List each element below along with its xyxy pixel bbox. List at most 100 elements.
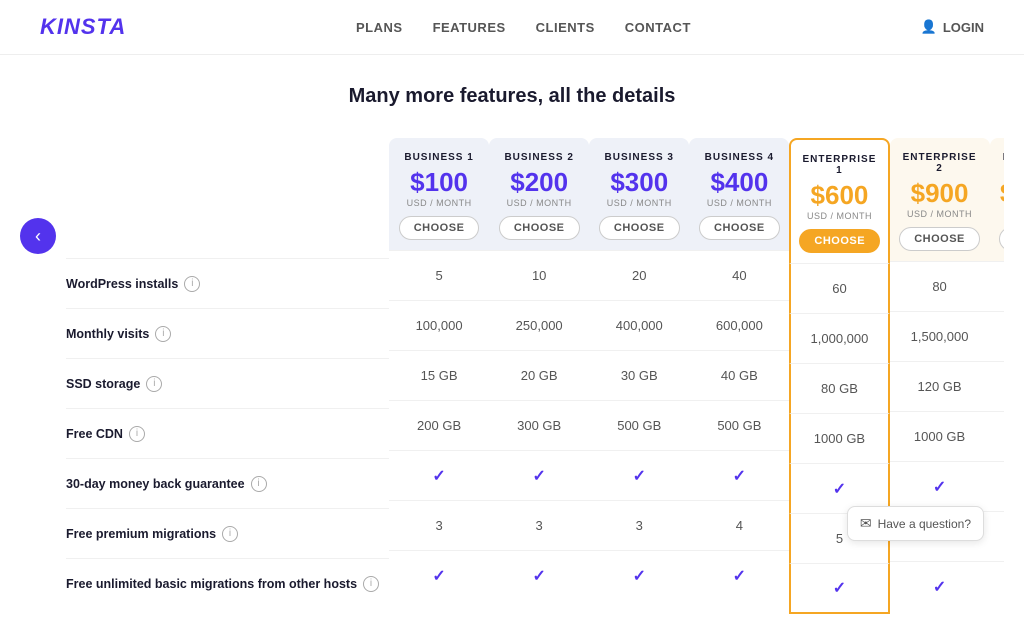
plan-cell-enterprise3-0: 120 — [990, 261, 1004, 311]
plan-price-enterprise3: $1,200 — [998, 178, 1004, 209]
choose-button-enterprise2[interactable]: CHOOSE — [899, 227, 980, 251]
plan-header-enterprise1: ENTERPRISE 1 $600USD / MONTH CHOOSE — [789, 138, 889, 263]
feature-row-2: SSD storage i — [66, 358, 389, 408]
plan-period-enterprise3: USD / MONTH — [998, 209, 1004, 219]
info-icon-1[interactable]: i — [155, 326, 171, 342]
plan-cell-business1-3: 200 GB — [389, 400, 489, 450]
plan-cell-enterprise1-2: 80 GB — [789, 363, 889, 413]
choose-button-business1[interactable]: CHOOSE — [399, 216, 480, 240]
plan-cell-enterprise3-4: ✓ — [990, 461, 1004, 511]
header-spacer — [66, 138, 389, 258]
plan-cell-business1-0: 5 — [389, 250, 489, 300]
plan-cell-business2-1: 250,000 — [489, 300, 589, 350]
plan-header-business2: BUSINESS 2$200USD / MONTHCHOOSE — [489, 138, 589, 250]
nav-link-clients[interactable]: CLIENTS — [536, 20, 595, 35]
plan-name-business4: BUSINESS 4 — [697, 152, 781, 163]
chat-bubble[interactable]: ✉ Have a question? — [847, 506, 984, 541]
plan-name-enterprise3: ENTERPRISE 3 — [998, 152, 1004, 174]
plan-header-business1: BUSINESS 1$100USD / MONTHCHOOSE — [389, 138, 489, 250]
plan-cell-business3-1: 400,000 — [589, 300, 689, 350]
checkmark-enterprise2-4: ✓ — [933, 477, 946, 497]
plan-cell-business1-1: 100,000 — [389, 300, 489, 350]
choose-button-business4[interactable]: CHOOSE — [699, 216, 780, 240]
checkmark-business2-6: ✓ — [532, 566, 545, 586]
info-icon-6[interactable]: i — [363, 576, 379, 592]
feature-label-5: Free premium migrations — [66, 527, 216, 541]
plan-cell-enterprise3-3: 1000 GB — [990, 411, 1004, 461]
plan-period-business4: USD / MONTH — [697, 198, 781, 208]
choose-button-enterprise3[interactable]: CHOOSE — [999, 227, 1004, 251]
plan-cell-business4-5: 4 — [689, 500, 789, 550]
feature-row-6: Free unlimited basic migrations from oth… — [66, 558, 389, 608]
plan-cell-business2-3: 300 GB — [489, 400, 589, 450]
info-icon-4[interactable]: i — [251, 476, 267, 492]
nav-link-contact[interactable]: CONTACT — [625, 20, 691, 35]
plan-price-business2: $200 — [497, 167, 581, 198]
plan-header-enterprise3: ENTERPRISE 3 $1,200USD / MONTH CHOOSE — [990, 138, 1004, 261]
plan-col-business1: BUSINESS 1$100USD / MONTHCHOOSE5100,0001… — [389, 138, 489, 614]
feature-label-3: Free CDN — [66, 427, 123, 441]
plan-cell-enterprise2-3: 1000 GB — [890, 411, 990, 461]
info-icon-3[interactable]: i — [129, 426, 145, 442]
feature-row-3: Free CDN i — [66, 408, 389, 458]
plan-cell-business4-1: 600,000 — [689, 300, 789, 350]
plan-cell-business1-2: 15 GB — [389, 350, 489, 400]
plan-price-business4: $400 — [697, 167, 781, 198]
checkmark-business1-6: ✓ — [432, 566, 445, 586]
plans-container: BUSINESS 1$100USD / MONTHCHOOSE5100,0001… — [389, 138, 1004, 614]
plan-col-business2: BUSINESS 2$200USD / MONTHCHOOSE10250,000… — [489, 138, 589, 614]
plan-cell-enterprise3-1: 2,000,000 — [990, 311, 1004, 361]
feature-row-5: Free premium migrations i — [66, 508, 389, 558]
plan-col-enterprise1: ENTERPRISE 1$600USD / MONTHCHOOSE601,000… — [789, 138, 889, 614]
plan-cell-business3-5: 3 — [589, 500, 689, 550]
checkmark-enterprise2-6: ✓ — [933, 577, 946, 597]
plan-name-enterprise2: ENTERPRISE 2 — [898, 152, 982, 174]
choose-button-enterprise1[interactable]: CHOOSE — [799, 229, 880, 253]
checkmark-business3-4: ✓ — [633, 466, 646, 486]
plan-cell-business1-6: ✓ — [389, 550, 489, 600]
checkmark-business2-4: ✓ — [532, 466, 545, 486]
nav-link-plans[interactable]: PLANS — [356, 20, 403, 35]
plan-cell-enterprise3-2: 150 GB — [990, 361, 1004, 411]
feature-label-2: SSD storage — [66, 377, 140, 391]
feature-label-0: WordPress installs — [66, 277, 178, 291]
info-icon-0[interactable]: i — [184, 276, 200, 292]
plan-cell-business4-6: ✓ — [689, 550, 789, 600]
plan-cell-business1-4: ✓ — [389, 450, 489, 500]
plan-period-business2: USD / MONTH — [497, 198, 581, 208]
checkmark-business1-4: ✓ — [432, 466, 445, 486]
brand-logo[interactable]: KINSTA — [40, 14, 126, 40]
choose-button-business2[interactable]: CHOOSE — [499, 216, 580, 240]
checkmark-business3-6: ✓ — [633, 566, 646, 586]
plan-cell-business2-6: ✓ — [489, 550, 589, 600]
plan-period-enterprise1: USD / MONTH — [799, 211, 879, 221]
plan-period-business3: USD / MONTH — [597, 198, 681, 208]
feature-labels-column: WordPress installsiMonthly visitsiSSD st… — [66, 138, 389, 614]
plan-cell-enterprise1-1: 1,000,000 — [789, 313, 889, 363]
plan-cell-business1-5: 3 — [389, 500, 489, 550]
plan-price-enterprise1: $600 — [799, 180, 879, 211]
info-icon-2[interactable]: i — [146, 376, 162, 392]
checkmark-business4-4: ✓ — [733, 466, 746, 486]
feature-row-1: Monthly visits i — [66, 308, 389, 358]
plan-cell-business2-5: 3 — [489, 500, 589, 550]
plan-cell-business3-3: 500 GB — [589, 400, 689, 450]
plan-name-enterprise1: ENTERPRISE 1 — [799, 154, 879, 176]
plan-period-enterprise2: USD / MONTH — [898, 209, 982, 219]
plan-cell-business3-2: 30 GB — [589, 350, 689, 400]
login-button[interactable]: 👤 LOGIN — [921, 19, 984, 35]
plan-cell-enterprise1-3: 1000 GB — [789, 413, 889, 463]
pricing-table: WordPress installsiMonthly visitsiSSD st… — [66, 138, 1004, 614]
checkmark-enterprise1-4: ✓ — [833, 479, 846, 499]
checkmark-enterprise1-6: ✓ — [833, 578, 846, 598]
plan-cell-business3-6: ✓ — [589, 550, 689, 600]
plan-cell-enterprise2-0: 80 — [890, 261, 990, 311]
scroll-left-button[interactable]: ‹ — [20, 218, 56, 254]
feature-label-1: Monthly visits — [66, 327, 149, 341]
nav-link-features[interactable]: FEATURES — [433, 20, 506, 35]
pricing-wrapper: ‹ WordPress installsiMonthly visitsiSSD … — [0, 128, 1024, 634]
page-title: Many more features, all the details — [0, 55, 1024, 128]
choose-button-business3[interactable]: CHOOSE — [599, 216, 680, 240]
chat-icon: ✉ — [860, 515, 872, 532]
info-icon-5[interactable]: i — [222, 526, 238, 542]
